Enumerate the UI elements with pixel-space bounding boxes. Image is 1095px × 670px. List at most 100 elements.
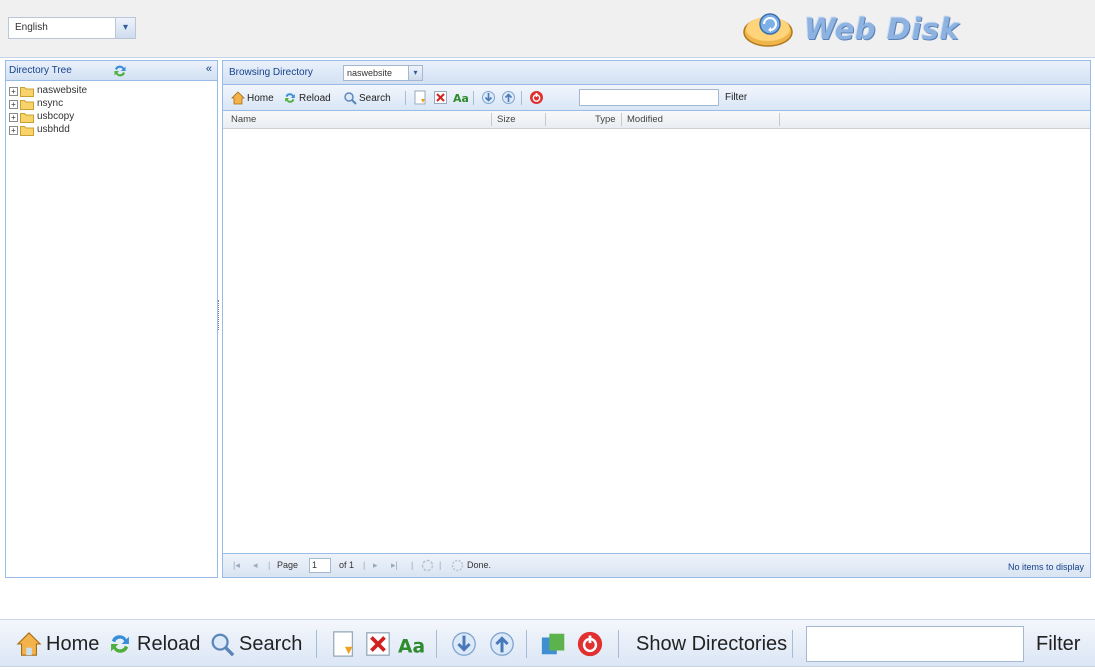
no-items-message: No items to display [1007, 562, 1084, 572]
language-select[interactable]: English ▾ [8, 17, 136, 39]
tree-node-label: naswebsite [37, 85, 88, 96]
delete-icon[interactable] [364, 630, 392, 658]
column-name[interactable]: Name [231, 114, 256, 125]
logout-icon[interactable] [576, 630, 604, 658]
new-file-icon[interactable] [330, 630, 358, 658]
chevron-down-icon[interactable]: ▾ [115, 18, 135, 38]
search-label: Search [359, 92, 391, 104]
folder-icon [20, 100, 34, 110]
logout-icon[interactable] [529, 90, 544, 105]
toolbar-separator [618, 630, 619, 658]
pager-separator: | [439, 560, 442, 570]
reload-icon [285, 93, 295, 103]
zoom-reload-label: Reload [137, 632, 201, 655]
expand-icon[interactable]: + [9, 113, 18, 122]
column-separator[interactable] [621, 113, 622, 126]
page-count-label: of 1 [339, 560, 355, 570]
home-label: Home [247, 92, 274, 104]
toolbar-separator [792, 630, 793, 658]
file-toolbar: Home Reload Search Aa Filter [223, 85, 1090, 111]
reload-label: Reload [299, 92, 331, 104]
search-button[interactable]: Search [343, 90, 391, 106]
browsing-directory-value: naswebsite [347, 68, 393, 78]
first-page-button[interactable]: |◂ [233, 560, 240, 571]
expand-icon[interactable]: + [9, 126, 18, 135]
column-separator[interactable] [545, 113, 546, 126]
zoom-filter-label: Filter [1036, 633, 1081, 655]
browsing-directory-bar: Browsing Directory naswebsite ▾ [223, 61, 1090, 85]
toolbar-separator [405, 91, 406, 105]
prev-page-button[interactable]: ◂ [253, 560, 258, 571]
home-button[interactable]: Home [231, 90, 274, 106]
delete-icon[interactable] [433, 90, 448, 105]
expand-icon[interactable]: + [9, 87, 18, 96]
expand-icon[interactable]: + [9, 100, 18, 109]
zoom-reload-button[interactable]: Reload [107, 630, 200, 658]
zoomed-toolbar: Home Reload Search Aa Show Directories F… [0, 619, 1095, 667]
filter-input[interactable] [579, 89, 719, 106]
rename-icon[interactable]: Aa [453, 90, 468, 105]
column-separator[interactable] [779, 113, 780, 126]
last-page-button[interactable]: ▸| [391, 560, 398, 571]
file-grid-header: Name Size Type Modified [223, 111, 1090, 129]
svg-text:Aa: Aa [398, 636, 425, 657]
tree-node[interactable]: + usbhdd [6, 124, 217, 137]
zoom-search-button[interactable]: Search [209, 630, 302, 658]
collapse-panel-icon[interactable]: « [206, 63, 212, 75]
browsing-directory-label: Browsing Directory [229, 67, 313, 78]
toolbar-separator [521, 91, 522, 105]
directory-tree-title: Directory Tree [9, 65, 72, 76]
file-browser-panel: Browsing Directory naswebsite ▾ Home Rel… [222, 60, 1091, 578]
page-number-input[interactable]: 1 [309, 558, 331, 573]
folder-icon [20, 126, 34, 136]
panel-splitter[interactable] [218, 300, 221, 330]
show-directories-label: Show Directories [636, 632, 788, 655]
show-directories-icon[interactable] [540, 630, 568, 658]
folder-icon [20, 113, 34, 123]
pager-separator: | [411, 560, 414, 570]
upload-icon[interactable] [501, 90, 516, 105]
tree-node[interactable]: + usbcopy [6, 111, 217, 124]
loading-icon [451, 559, 464, 572]
search-icon [344, 92, 357, 105]
zoom-home-button[interactable]: Home [16, 630, 99, 658]
upload-icon[interactable] [488, 630, 516, 658]
next-page-button[interactable]: ▸ [373, 560, 378, 571]
directory-tree-panel: Directory Tree « + naswebsite + nsync + … [5, 60, 218, 578]
column-separator[interactable] [491, 113, 492, 126]
column-modified[interactable]: Modified [627, 114, 663, 125]
home-icon [16, 632, 42, 656]
page-label: Page [277, 560, 299, 570]
pager-toolbar: |◂ ◂ | Page 1 of 1 | ▸ ▸| | | Done. No i… [223, 553, 1090, 577]
chevron-down-icon[interactable]: ▾ [408, 66, 422, 80]
directory-tree: + naswebsite + nsync + usbcopy + usbhdd [6, 81, 217, 137]
toolbar-separator [316, 630, 317, 658]
home-icon [231, 91, 245, 105]
download-icon[interactable] [481, 90, 496, 105]
download-icon[interactable] [450, 630, 478, 658]
show-directories-button[interactable]: Show Directories [636, 630, 787, 658]
browsing-directory-select[interactable]: naswebsite ▾ [343, 65, 423, 81]
svg-text:Aa: Aa [453, 92, 468, 105]
zoom-filter-input[interactable] [806, 626, 1024, 662]
pager-separator: | [363, 560, 366, 570]
tree-node[interactable]: + naswebsite [6, 85, 217, 98]
new-file-icon[interactable] [413, 90, 428, 105]
file-grid-body[interactable] [223, 129, 1090, 549]
column-type[interactable]: Type [595, 114, 616, 125]
filter-label: Filter [725, 92, 748, 103]
rename-icon[interactable]: Aa [398, 630, 426, 658]
toolbar-separator [473, 91, 474, 105]
refresh-page-icon[interactable] [421, 559, 434, 572]
web-disk-app: English ▾ Web Disk Directory Tree « + na… [0, 0, 1095, 580]
column-size[interactable]: Size [497, 114, 515, 125]
pager-separator: | [268, 560, 271, 570]
language-select-value: English [15, 22, 48, 33]
tree-node[interactable]: + nsync [6, 98, 217, 111]
toolbar-separator [526, 630, 527, 658]
reload-tree-icon[interactable] [112, 63, 128, 79]
web-disk-logo: Web Disk [742, 8, 972, 50]
tree-node-label: nsync [37, 98, 64, 109]
reload-button[interactable]: Reload [283, 90, 331, 106]
directory-tree-header: Directory Tree « [6, 61, 217, 81]
